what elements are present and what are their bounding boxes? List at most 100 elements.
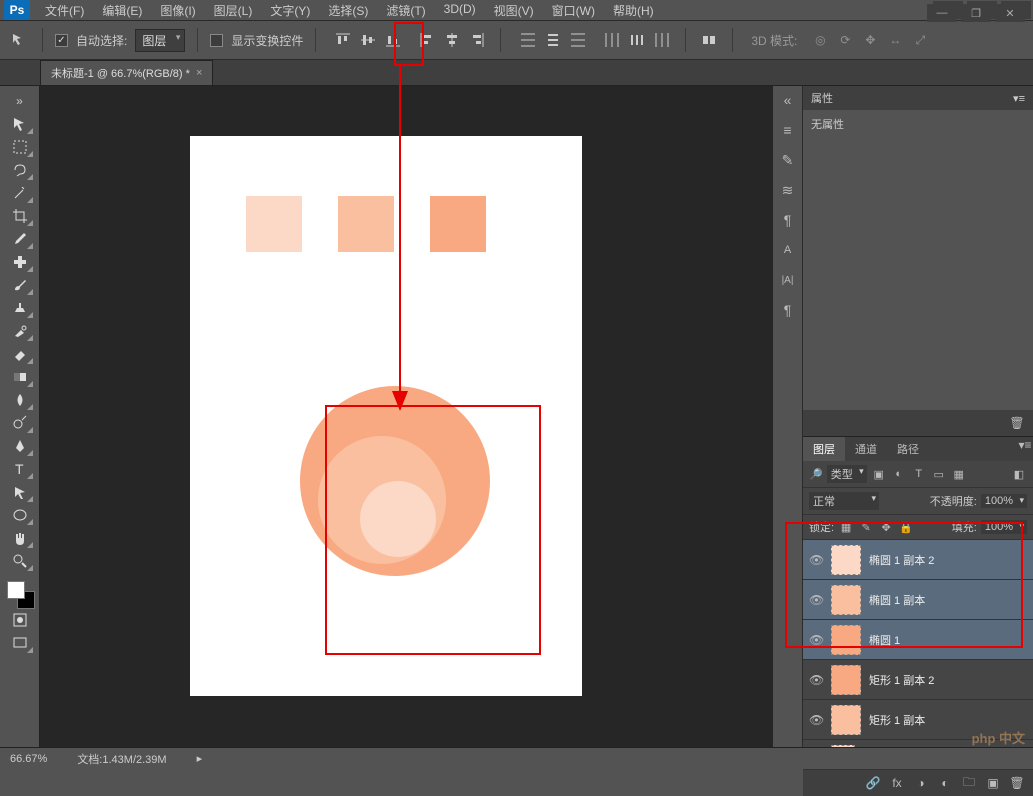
gradient-tool[interactable]	[6, 366, 34, 388]
layer-thumbnail[interactable]	[831, 545, 861, 575]
menu-window[interactable]: 窗口(W)	[543, 0, 604, 22]
doc-close-button[interactable]: ✕	[995, 4, 1025, 22]
trash-icon[interactable]: 🗑	[1009, 415, 1025, 431]
layer-thumbnail[interactable]	[831, 705, 861, 735]
screen-mode-toggle[interactable]	[6, 632, 34, 654]
hand-tool[interactable]	[6, 527, 34, 549]
menu-layer[interactable]: 图层(L)	[205, 0, 262, 22]
type-tool[interactable]: T	[6, 458, 34, 480]
eyedropper-tool[interactable]	[6, 228, 34, 250]
new-layer-icon[interactable]: ▣	[985, 775, 1001, 791]
auto-select-dropdown[interactable]: 图层	[135, 29, 185, 52]
canvas-area[interactable]	[40, 86, 773, 747]
document-tab[interactable]: 未标题-1 @ 66.7%(RGB/8) * ×	[40, 60, 213, 85]
visibility-toggle-icon[interactable]: 👁	[809, 673, 823, 687]
quick-mask-toggle[interactable]	[6, 609, 34, 631]
blur-tool[interactable]	[6, 389, 34, 411]
visibility-toggle-icon[interactable]: 👁	[809, 713, 823, 727]
filter-shape-icon[interactable]: ▭	[931, 466, 947, 482]
align-bottom-edges-icon[interactable]	[382, 29, 404, 51]
layer-name-label[interactable]: 椭圆 1 副本	[869, 592, 925, 608]
brush-tool[interactable]	[6, 274, 34, 296]
dodge-tool[interactable]	[6, 412, 34, 434]
document-info[interactable]: 文档:1.43M/2.39M	[77, 751, 166, 767]
blend-mode-dropdown[interactable]: 正常	[809, 492, 879, 510]
path-selection-tool[interactable]	[6, 481, 34, 503]
menu-filter[interactable]: 滤镜(T)	[377, 0, 434, 22]
align-left-edges-icon[interactable]	[416, 29, 438, 51]
marquee-tool[interactable]	[6, 136, 34, 158]
styles-icon[interactable]: ≋	[778, 180, 798, 200]
align-vertical-centers-icon[interactable]	[357, 29, 379, 51]
filter-type-icon[interactable]: T	[911, 466, 927, 482]
visibility-toggle-icon[interactable]: 👁	[809, 633, 823, 647]
menu-edit[interactable]: 编辑(E)	[93, 0, 151, 22]
layer-name-label[interactable]: 椭圆 1 副本 2	[869, 552, 934, 568]
visibility-toggle-icon[interactable]: 👁	[809, 553, 823, 567]
magic-wand-tool[interactable]	[6, 182, 34, 204]
doc-minimize-button[interactable]: —	[927, 4, 957, 22]
layer-item[interactable]: 👁 矩形 1 副本 2	[803, 660, 1033, 700]
scale-3d-icon[interactable]: ⤢	[909, 29, 931, 51]
align-top-edges-icon[interactable]	[332, 29, 354, 51]
distribute-top-icon[interactable]	[517, 29, 539, 51]
rectangle-shape-2[interactable]	[338, 196, 394, 252]
layer-name-label[interactable]: 椭圆 1	[869, 632, 900, 648]
status-disclosure-icon[interactable]: ▸	[197, 752, 203, 765]
foreground-color-swatch[interactable]	[7, 581, 25, 599]
new-adjustment-icon[interactable]: ◐	[937, 775, 953, 791]
layer-item[interactable]: 👁 椭圆 1	[803, 620, 1033, 660]
foreground-background-swatch[interactable]	[5, 579, 35, 609]
rectangle-shape-3[interactable]	[430, 196, 486, 252]
lock-paint-icon[interactable]: ✎	[858, 519, 874, 535]
layer-name-label[interactable]: 矩形 1 副本 2	[869, 672, 934, 688]
filter-kind-icon[interactable]: 🔎	[809, 468, 823, 481]
filter-toggle-icon[interactable]: ◧	[1011, 466, 1027, 482]
panel-menu-icon[interactable]: ▾≡	[1017, 437, 1033, 453]
layer-thumbnail[interactable]	[831, 625, 861, 655]
show-transform-checkbox[interactable]	[210, 34, 223, 47]
crop-tool[interactable]	[6, 205, 34, 227]
history-brush-tool[interactable]	[6, 320, 34, 342]
link-layers-icon[interactable]: 🔗	[865, 775, 881, 791]
brush-presets-icon[interactable]: ✎	[778, 150, 798, 170]
healing-brush-tool[interactable]	[6, 251, 34, 273]
adjustments-icon[interactable]: ≡	[778, 120, 798, 140]
tab-channels[interactable]: 通道	[845, 437, 887, 461]
pan-3d-icon[interactable]: ✥	[859, 29, 881, 51]
orbit-3d-icon[interactable]: ◎	[809, 29, 831, 51]
filter-adjust-icon[interactable]: ◐	[891, 466, 907, 482]
filter-pixel-icon[interactable]: ▣	[871, 466, 887, 482]
glyphs-icon[interactable]: |A|	[778, 270, 798, 290]
lock-all-icon[interactable]: 🔒	[898, 519, 914, 535]
doc-restore-button[interactable]: ❐	[961, 4, 991, 22]
lock-position-icon[interactable]: ✥	[878, 519, 894, 535]
auto-select-checkbox[interactable]	[55, 34, 68, 47]
menu-3d[interactable]: 3D(D)	[435, 0, 485, 22]
layer-name-label[interactable]: 矩形 1 副本	[869, 712, 925, 728]
menu-select[interactable]: 选择(S)	[319, 0, 377, 22]
layer-mask-icon[interactable]: ◑	[913, 775, 929, 791]
align-horizontal-centers-icon[interactable]	[441, 29, 463, 51]
distribute-hcenter-icon[interactable]	[626, 29, 648, 51]
character-icon[interactable]: A	[778, 240, 798, 260]
distribute-bottom-icon[interactable]	[567, 29, 589, 51]
layer-thumbnail[interactable]	[831, 585, 861, 615]
layer-item[interactable]: 👁 椭圆 1 副本 2	[803, 540, 1033, 580]
pen-tool[interactable]	[6, 435, 34, 457]
collapse-toggle-icon[interactable]: «	[778, 90, 798, 110]
tab-layers[interactable]: 图层	[803, 437, 845, 461]
properties-panel-tab[interactable]: 属性 ▾≡	[803, 86, 1033, 110]
delete-layer-icon[interactable]: 🗑	[1009, 775, 1025, 791]
panel-menu-icon[interactable]: ▾≡	[1013, 92, 1025, 105]
layer-thumbnail[interactable]	[831, 665, 861, 695]
rectangle-shape-1[interactable]	[246, 196, 302, 252]
document-tab-close-icon[interactable]: ×	[196, 67, 202, 79]
slide-3d-icon[interactable]: ↔	[884, 29, 906, 51]
filter-smart-icon[interactable]: ▦	[951, 466, 967, 482]
menu-type[interactable]: 文字(Y)	[261, 0, 319, 22]
fill-input[interactable]: 100%	[981, 520, 1027, 534]
layer-item[interactable]: 👁 椭圆 1 副本	[803, 580, 1033, 620]
menu-help[interactable]: 帮助(H)	[604, 0, 663, 22]
auto-align-icon[interactable]	[698, 29, 720, 51]
